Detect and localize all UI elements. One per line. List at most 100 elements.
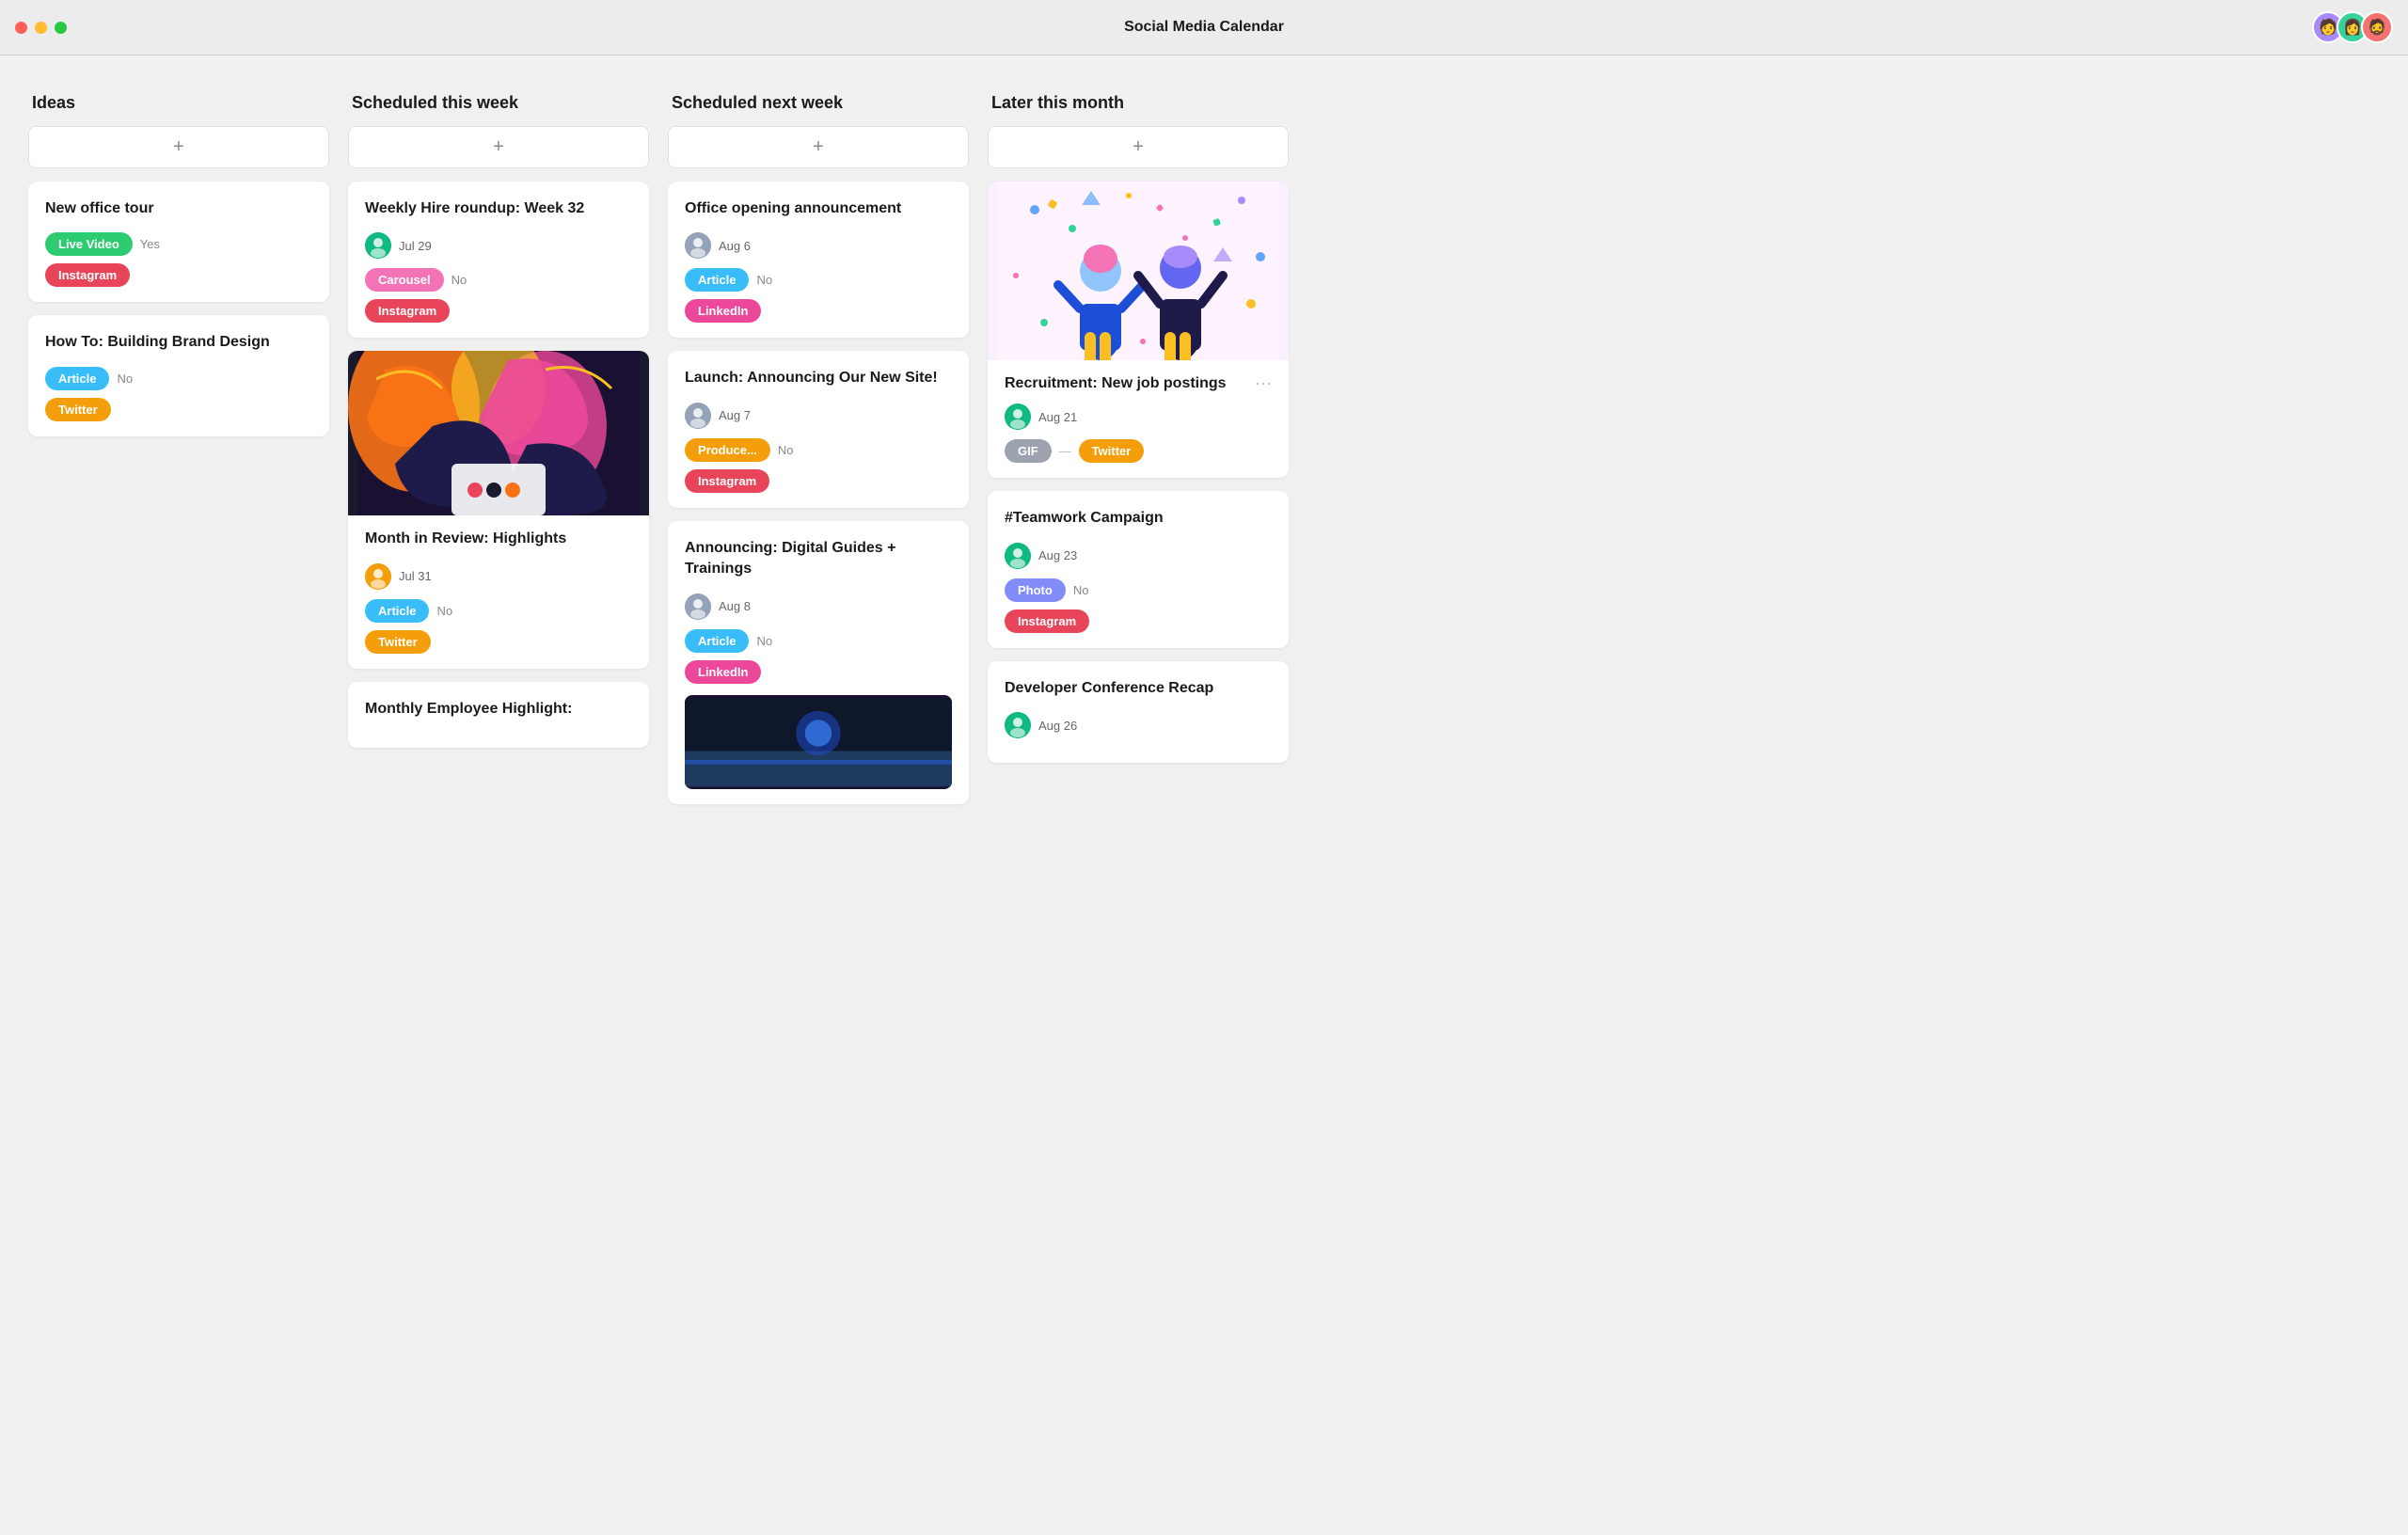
titlebar: Social Media Calendar 🧑 👩 🧔 (0, 0, 2408, 55)
kanban-board: Ideas + New office tour Live Video Yes I… (0, 55, 2408, 855)
card-meta: Aug 6 (685, 232, 952, 259)
card-dev-conference: Developer Conference Recap Aug 26 (988, 661, 1289, 763)
card-date: Jul 29 (399, 239, 432, 253)
column-scheduled-next-week: Scheduled next week + Office opening ann… (668, 93, 969, 817)
card-date: Aug 21 (1038, 410, 1077, 424)
column-scheduled-this-week: Scheduled this week + Weekly Hire roundu… (348, 93, 649, 761)
card-meta: Jul 29 (365, 232, 632, 259)
card-meta: Aug 26 (1005, 712, 1272, 738)
tag-article: Article (685, 268, 749, 292)
card-tags: Produce... No (685, 438, 952, 462)
minimize-button[interactable] (35, 22, 47, 34)
card-date: Aug 23 (1038, 548, 1077, 562)
card-office-opening: Office opening announcement Aug 6 Articl… (668, 182, 969, 338)
column-header: Scheduled this week (348, 93, 649, 113)
card-title: Recruitment: New job postings (1005, 373, 1227, 394)
tag-twitter: Twitter (1079, 439, 1145, 463)
card-launch-new-site: Launch: Announcing Our New Site! Aug 7 P… (668, 351, 969, 507)
card-digital-guides: Announcing: Digital Guides + Trainings A… (668, 521, 969, 804)
column-later-this-month: Later this month + (988, 93, 1289, 776)
card-meta: Aug 21 (1005, 404, 1272, 430)
tag-article: Article (685, 629, 749, 653)
card-body: Recruitment: New job postings ··· Aug 21 (988, 360, 1289, 478)
column-header: Later this month (988, 93, 1289, 113)
card-tags: Carousel No (365, 268, 632, 292)
card-weekly-hire: Weekly Hire roundup: Week 32 Jul 29 Caro… (348, 182, 649, 338)
card-bool: No (756, 273, 772, 287)
tag-article: Article (45, 367, 109, 390)
card-title: Office opening announcement (685, 198, 952, 219)
card-tags: Photo No (1005, 578, 1272, 602)
card-bool: No (117, 372, 133, 386)
tag-twitter: Twitter (365, 630, 431, 654)
avatar (685, 593, 711, 620)
card-how-to-brand: How To: Building Brand Design Article No… (28, 315, 329, 435)
column-header-ideas: Ideas (28, 93, 329, 113)
tag-carousel: Carousel (365, 268, 444, 292)
avatar (685, 403, 711, 429)
column-ideas: Ideas + New office tour Live Video Yes I… (28, 93, 329, 450)
card-header-row: Recruitment: New job postings ··· (1005, 373, 1272, 404)
card-tags: Article No (685, 268, 952, 292)
card-meta: Jul 31 (365, 563, 632, 590)
avatar (365, 232, 391, 259)
card-tags: Live Video Yes (45, 232, 312, 256)
maximize-button[interactable] (55, 22, 67, 34)
card-recruitment: Recruitment: New job postings ··· Aug 21 (988, 182, 1289, 478)
tag-linkedin: LinkedIn (685, 299, 761, 323)
card-meta: Aug 7 (685, 403, 952, 429)
dash: — (1059, 444, 1071, 458)
card-meta: Aug 8 (685, 593, 952, 620)
card-date: Jul 31 (399, 569, 432, 583)
card-title: #Teamwork Campaign (1005, 508, 1272, 529)
avatar (685, 232, 711, 259)
card-teamwork-campaign: #Teamwork Campaign Aug 23 Photo No Insta… (988, 491, 1289, 647)
card-tags-row2: Instagram (45, 263, 312, 287)
add-scheduled-this-week-button[interactable]: + (348, 126, 649, 168)
card-tags-row2: LinkedIn (685, 299, 952, 323)
card-illustration (988, 182, 1289, 360)
tag-twitter: Twitter (45, 398, 111, 421)
card-tags: Article No (365, 599, 632, 623)
card-monthly-employee: Monthly Employee Highlight: (348, 682, 649, 748)
more-options-button[interactable]: ··· (1255, 373, 1272, 393)
column-header: Scheduled next week (668, 93, 969, 113)
card-bool: Yes (140, 237, 160, 251)
add-later-button[interactable]: + (988, 126, 1289, 168)
tag-instagram: Instagram (685, 469, 769, 493)
tag-instagram: Instagram (45, 263, 130, 287)
card-tags-row2: Twitter (45, 398, 312, 421)
card-bool: No (756, 634, 772, 648)
card-bool: No (1073, 583, 1089, 597)
card-title: Monthly Employee Highlight: (365, 699, 632, 720)
close-button[interactable] (15, 22, 27, 34)
card-tags-row2: Instagram (365, 299, 632, 323)
card-tags-row2: Instagram (685, 469, 952, 493)
card-date: Aug 6 (719, 239, 751, 253)
user-avatars: 🧑 👩 🧔 (2312, 11, 2393, 43)
card-bool: No (778, 443, 794, 457)
card-date: Aug 7 (719, 408, 751, 422)
tag-live-video: Live Video (45, 232, 133, 256)
tag-instagram: Instagram (1005, 609, 1089, 633)
avatar (1005, 404, 1031, 430)
card-title: Launch: Announcing Our New Site! (685, 368, 952, 388)
tag-produce: Produce... (685, 438, 770, 462)
avatar (1005, 712, 1031, 738)
card-tags: Article No (45, 367, 312, 390)
avatar (365, 563, 391, 590)
app-title: Social Media Calendar (1124, 19, 1284, 36)
add-idea-button[interactable]: + (28, 126, 329, 168)
add-next-week-button[interactable]: + (668, 126, 969, 168)
avatar: 🧔 (2361, 11, 2393, 43)
card-body: Month in Review: Highlights Jul 31 Artic… (348, 515, 649, 668)
card-tags-row2: LinkedIn (685, 660, 952, 684)
card-tags: GIF — Twitter (1005, 439, 1272, 463)
card-tags-row2: Twitter (365, 630, 632, 654)
traffic-lights (15, 22, 67, 34)
card-title: Announcing: Digital Guides + Trainings (685, 538, 952, 580)
card-image (348, 351, 649, 515)
tag-photo: Photo (1005, 578, 1066, 602)
card-tags-row2: Instagram (1005, 609, 1272, 633)
card-title: Weekly Hire roundup: Week 32 (365, 198, 632, 219)
